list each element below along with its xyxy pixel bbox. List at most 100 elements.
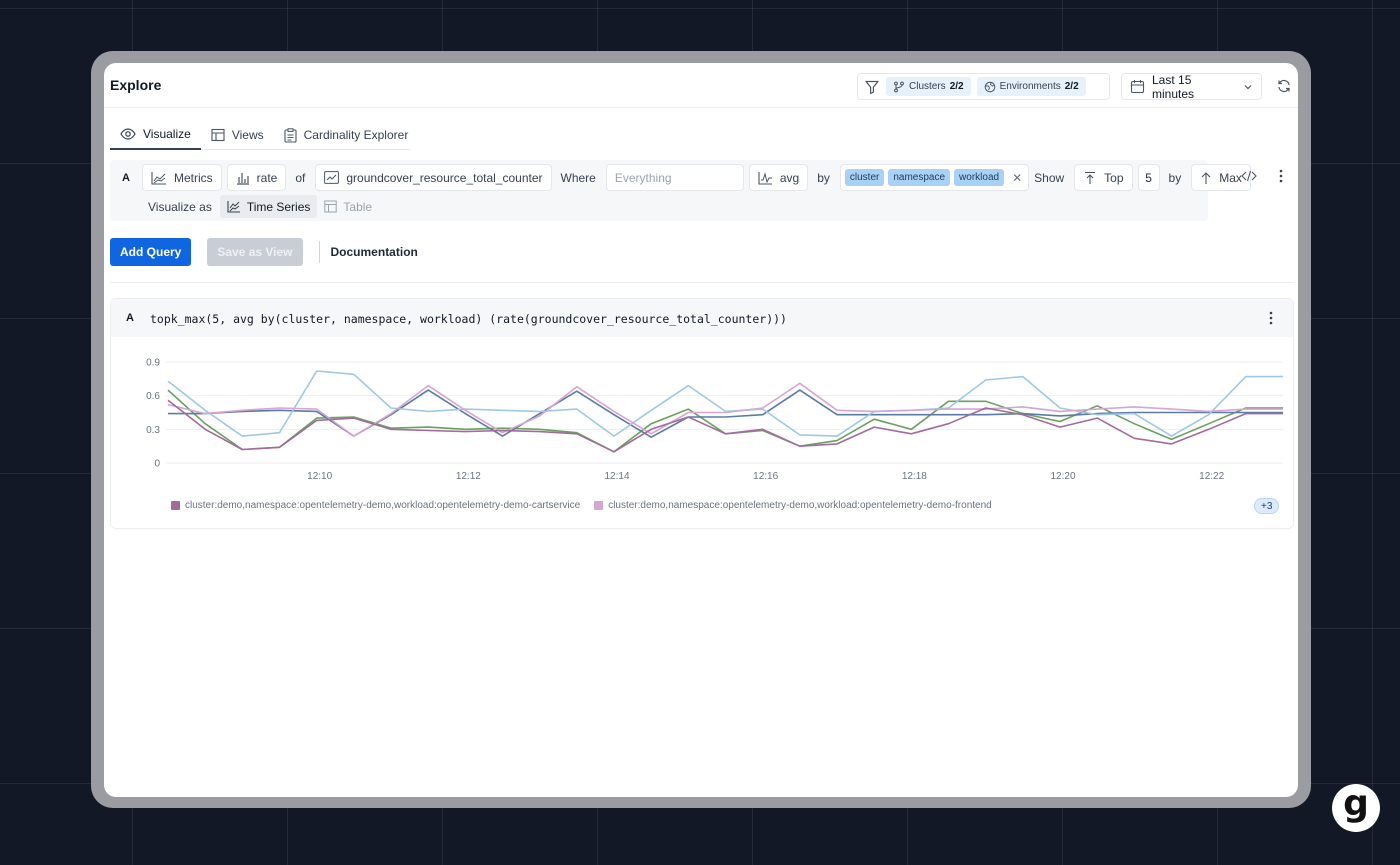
environments-filter[interactable]: Environments 2/2 xyxy=(976,77,1086,96)
x-tick-label: 12:14 xyxy=(604,471,629,482)
time-range-label: Last 15 minutes xyxy=(1152,72,1195,101)
group-by-tags[interactable]: cluster namespace workload ✕ xyxy=(839,164,1030,191)
x-tick-label: 12:16 xyxy=(753,471,778,482)
query-letter: A xyxy=(122,171,130,184)
environments-filter-value: 2/2 xyxy=(1064,81,1079,92)
code-icon[interactable] xyxy=(1240,167,1258,185)
by-keyword: by xyxy=(817,170,830,185)
y-tick-label: 0 xyxy=(154,459,160,470)
legend-more-badge[interactable]: +3 xyxy=(1254,498,1280,514)
aggregation-icon xyxy=(758,171,773,185)
x-tick-label: 12:18 xyxy=(902,471,927,482)
result-header: A topk_max(5, avg by(cluster, namespace,… xyxy=(111,299,1293,337)
function-label: rate xyxy=(256,170,278,185)
result-letter: A xyxy=(126,312,134,324)
section-divider xyxy=(110,282,1294,283)
x-tick-label: 12:20 xyxy=(1050,471,1075,482)
top-n-input[interactable]: 5 xyxy=(1137,164,1160,191)
query-builder: A Metrics rate of groundcover_resource_t… xyxy=(110,160,1251,221)
viz-table-label: Table xyxy=(343,199,373,214)
function-select[interactable]: rate xyxy=(226,164,287,191)
legend-swatch xyxy=(594,501,604,510)
tab-views-label: Views xyxy=(231,128,264,142)
x-tick-label: 12:10 xyxy=(307,471,332,482)
series-line[interactable] xyxy=(167,370,1283,437)
clipboard-icon xyxy=(284,127,297,143)
legend-item[interactable]: cluster:demo,namespace:opentelemetry-dem… xyxy=(171,500,580,511)
rank-by-label: Max xyxy=(1219,170,1242,185)
group-by-tag[interactable]: cluster xyxy=(844,169,885,186)
time-series-icon xyxy=(227,200,241,213)
groundcover-logo: g xyxy=(1332,784,1380,832)
result-query-text: topk_max(5, avg by(cluster, namespace, w… xyxy=(150,312,787,326)
x-tick-label: 12:22 xyxy=(1199,471,1224,482)
top-bar: Explore Clusters 2/2 Environments 2/2 La… xyxy=(104,63,1298,108)
page-title: Explore xyxy=(110,77,162,93)
funnel-icon[interactable] xyxy=(858,79,886,95)
documentation-link[interactable]: Documentation xyxy=(331,245,418,259)
save-as-view-button[interactable]: Save as View xyxy=(207,238,303,266)
arrow-up-icon xyxy=(1200,171,1212,185)
tab-cardinality-explorer[interactable]: Cardinality Explorer xyxy=(274,120,419,150)
metrics-source-select[interactable]: Metrics xyxy=(142,164,222,191)
arrow-up-to-line-icon xyxy=(1083,171,1097,185)
explore-window: Explore Clusters 2/2 Environments 2/2 La… xyxy=(104,63,1298,797)
bar-chart-icon xyxy=(236,171,250,185)
y-tick-label: 0.9 xyxy=(146,358,160,369)
tab-visualize-label: Visualize xyxy=(143,127,191,141)
visualize-as-row: Visualize as Time Series Table xyxy=(148,195,379,218)
table-icon xyxy=(211,128,225,142)
where-filter-input[interactable]: Everything xyxy=(605,164,744,191)
result-panel: A topk_max(5, avg by(cluster, namespace,… xyxy=(110,298,1294,529)
time-range-picker[interactable]: Last 15 minutes xyxy=(1121,72,1262,101)
filter-group: Clusters 2/2 Environments 2/2 xyxy=(857,73,1110,100)
group-by-tag[interactable]: workload xyxy=(954,169,1005,186)
legend-swatch xyxy=(171,501,180,510)
globe-icon xyxy=(984,81,996,93)
chart-legend: cluster:demo,namespace:opentelemetry-dem… xyxy=(171,500,992,511)
clusters-filter[interactable]: Clusters 2/2 xyxy=(886,77,971,96)
line-chart-icon xyxy=(324,171,340,184)
tab-visualize[interactable]: Visualize xyxy=(110,120,201,150)
refresh-icon[interactable] xyxy=(1274,76,1294,96)
group-by-tag[interactable]: namespace xyxy=(888,169,951,186)
metric-name-label: groundcover_resource_total_counter xyxy=(346,170,543,185)
visualize-as-label: Visualize as xyxy=(148,199,212,214)
clusters-filter-label: Clusters xyxy=(909,81,946,92)
metric-name-select[interactable]: groundcover_resource_total_counter xyxy=(315,164,552,191)
y-tick-label: 0.3 xyxy=(146,425,160,436)
query-row: A Metrics rate of groundcover_resource_t… xyxy=(110,164,1256,191)
aggregation-label: avg xyxy=(779,170,800,185)
environments-filter-label: Environments xyxy=(999,81,1061,92)
area-chart-icon xyxy=(151,171,167,185)
viz-time-series-option[interactable]: Time Series xyxy=(219,195,318,218)
time-series-chart[interactable]: 0 0.3 0.6 0.9 12:10 12:12 12:14 12:16 12:18 12:20… xyxy=(111,343,1293,493)
tab-views[interactable]: Views xyxy=(201,120,274,150)
y-tick-label: 0.6 xyxy=(146,391,160,402)
show-keyword: Show xyxy=(1034,170,1065,185)
metrics-source-label: Metrics xyxy=(174,170,213,185)
branch-icon xyxy=(893,81,905,93)
series-line[interactable] xyxy=(167,389,1283,453)
more-vertical-icon[interactable] xyxy=(1274,167,1288,185)
eye-icon xyxy=(120,128,136,140)
tab-cardinality-label: Cardinality Explorer xyxy=(303,128,409,142)
calendar-icon xyxy=(1130,79,1145,94)
of-keyword: of xyxy=(295,170,306,185)
viz-table-option[interactable]: Table xyxy=(317,195,379,218)
clusters-filter-value: 2/2 xyxy=(949,81,964,92)
x-tick-label: 12:12 xyxy=(456,471,481,482)
top-select[interactable]: Top xyxy=(1074,164,1133,191)
clear-group-by-icon[interactable]: ✕ xyxy=(1012,171,1022,185)
query-actions: Add Query Save as View Documentation xyxy=(110,238,418,266)
aggregation-select[interactable]: avg xyxy=(748,164,809,191)
legend-item[interactable]: cluster:demo,namespace:opentelemetry-dem… xyxy=(594,500,992,511)
add-query-button[interactable]: Add Query xyxy=(110,238,192,266)
top-label: Top xyxy=(1104,170,1124,185)
where-keyword: Where xyxy=(560,170,596,185)
rank-by-keyword: by xyxy=(1168,170,1182,185)
more-vertical-icon[interactable] xyxy=(1269,311,1273,325)
divider xyxy=(318,241,320,263)
tab-bar: Visualize Views Cardinality Explorer xyxy=(110,120,418,150)
table-icon xyxy=(324,200,338,213)
